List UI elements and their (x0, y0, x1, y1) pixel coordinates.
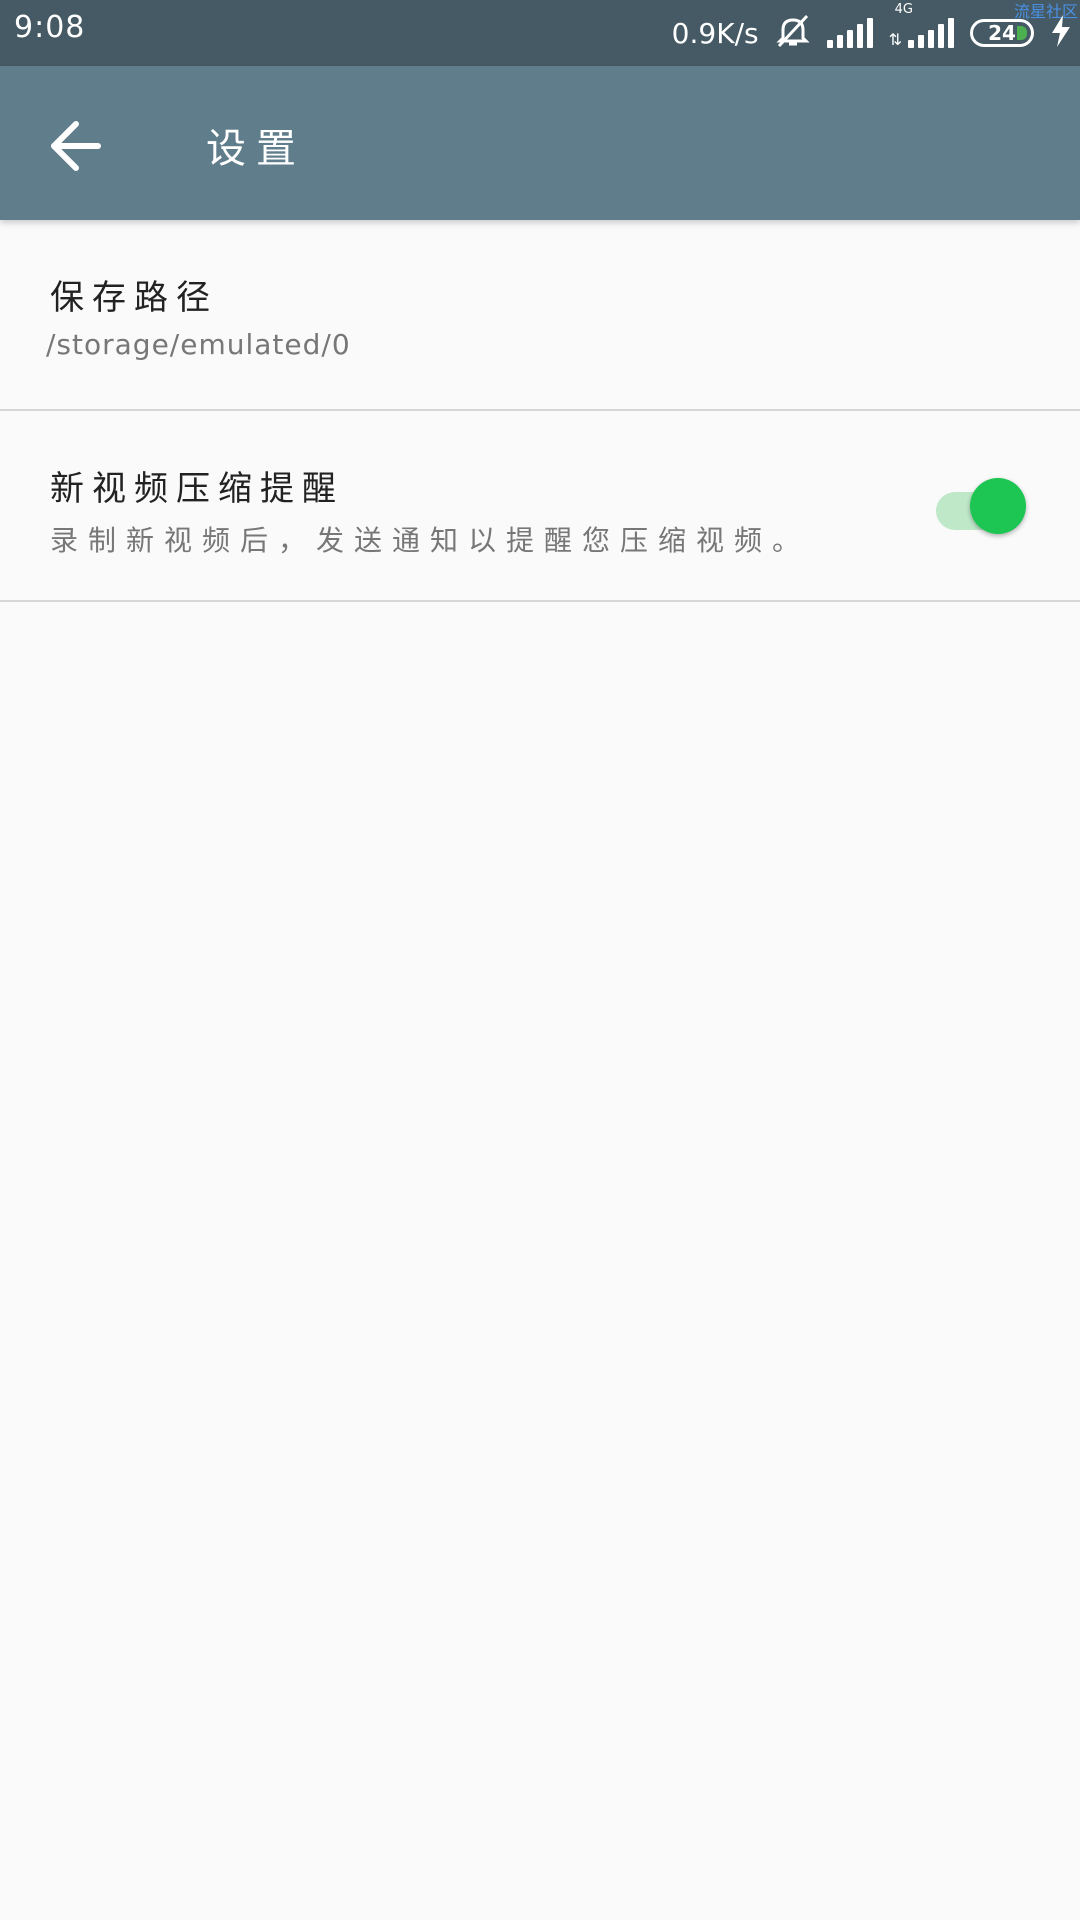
setting-save-path[interactable]: 保存路径 /storage/emulated/0 (0, 220, 1080, 411)
arrow-left-icon (46, 121, 106, 180)
page-title: 设置 (206, 126, 306, 172)
status-icons: 0.9K/s 4G ⇅ 24 (672, 0, 1072, 66)
setting-summary: 录制新视频后，发送通知以提醒您压缩视频。 (50, 524, 811, 557)
compress-reminder-toggle[interactable] (936, 478, 1026, 534)
setting-title: 保存路径 (50, 278, 218, 318)
battery-icon: 24 (970, 19, 1034, 47)
toggle-thumb (970, 478, 1026, 534)
battery-level: 24 (988, 21, 1016, 45)
app-bar: 设置 (0, 66, 1080, 220)
setting-title: 新视频压缩提醒 (50, 469, 344, 509)
status-time: 9:08 (14, 10, 86, 45)
setting-compress-reminder[interactable]: 新视频压缩提醒 录制新视频后，发送通知以提醒您压缩视频。 (0, 411, 1080, 602)
lte-signal-icon: 4G ⇅ (888, 2, 954, 49)
charging-icon (1050, 15, 1072, 51)
settings-list: 保存路径 /storage/emulated/0 新视频压缩提醒 录制新视频后，… (0, 220, 1080, 602)
net-speed: 0.9K/s (671, 16, 759, 50)
setting-summary: /storage/emulated/0 (46, 328, 351, 361)
data-arrows-icon: ⇅ (888, 30, 902, 49)
signal-icon (826, 18, 873, 48)
status-bar: 9:08 流星社区 0.9K/s 4G ⇅ 24 (0, 0, 1080, 66)
network-type: 4G (894, 2, 913, 17)
mute-bell-icon (775, 14, 811, 52)
back-button[interactable] (46, 116, 106, 176)
